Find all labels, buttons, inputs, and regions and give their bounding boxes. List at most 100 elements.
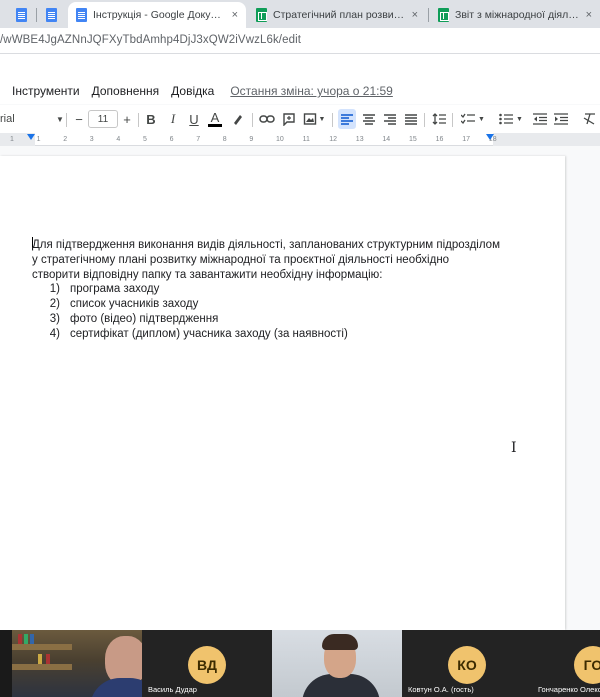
clear-formatting-button[interactable] <box>580 109 598 129</box>
tab-separator <box>428 8 429 22</box>
browser-tab-active[interactable]: Інструкція - Google Документи × <box>68 2 246 28</box>
decrease-font-size-button[interactable]: − <box>72 109 86 129</box>
ruler-tick-label: 4 <box>116 136 121 143</box>
close-icon[interactable]: × <box>232 9 238 21</box>
browser-tab[interactable]: Стратегічний план розвитку між × <box>248 2 426 28</box>
ruler-tick-label: 1 <box>10 136 14 143</box>
document-canvas: Для підтвердження виконання видів діяльн… <box>0 147 600 630</box>
align-center-button[interactable] <box>360 109 378 129</box>
ruler-tick-label: 13 <box>355 136 364 143</box>
participant-tile[interactable]: ВД Василь Дудар <box>142 630 272 697</box>
list-number: 1) <box>49 283 60 296</box>
underline-button[interactable]: U <box>187 109 201 129</box>
participant-tile[interactable] <box>272 630 402 697</box>
left-indent-marker[interactable] <box>27 134 35 140</box>
list-item-text: фото (відео) підтвердження <box>70 312 219 325</box>
menu-bar: Інструменти Доповнення Довідка Остання з… <box>0 78 600 104</box>
text-color-button[interactable]: A <box>207 109 223 129</box>
docs-icon <box>16 8 27 22</box>
menu-help[interactable]: Довідка <box>171 84 214 98</box>
participant-tile[interactable]: ГО Гончаренко Олекс <box>532 630 600 697</box>
align-left-button[interactable] <box>338 109 356 129</box>
ruler-tick-label: 9 <box>249 136 254 143</box>
close-icon[interactable]: × <box>412 9 418 21</box>
link-icon <box>259 115 275 123</box>
chevron-down-icon: ▼ <box>318 115 326 123</box>
paragraph-line: у стратегічному плані розвитку міжнародн… <box>32 253 450 266</box>
browser-tab[interactable] <box>6 2 36 26</box>
italic-button[interactable]: I <box>166 109 180 129</box>
paragraph-line: Для підтвердження виконання видів діяльн… <box>32 237 502 253</box>
paragraph: Для підтвердження виконання видів діяльн… <box>32 237 502 282</box>
menu-tools[interactable]: Інструменти <box>12 84 80 98</box>
toolbar-separator <box>66 113 67 127</box>
decrease-indent-button[interactable] <box>531 109 549 129</box>
ruler[interactable]: 1 1 2 3 4 5 6 7 8 9 10 11 12 13 14 15 16 17 18 <box>0 133 600 146</box>
tab-title: Інструкція - Google Документи <box>93 9 226 21</box>
ruler-tick-label: 12 <box>329 136 337 143</box>
insert-link-button[interactable] <box>258 109 276 129</box>
increase-font-size-button[interactable]: + <box>120 109 134 129</box>
ruler-tick-label: 2 <box>63 136 68 143</box>
list-item-text: список учасників заходу <box>70 298 199 311</box>
ruler-tick-label: 15 <box>409 136 417 143</box>
menu-addons[interactable]: Доповнення <box>92 84 160 98</box>
bulleted-list-icon <box>499 113 514 125</box>
line-text: Для підтвердження виконання видів діяльн… <box>32 239 500 251</box>
toolbar-separator <box>332 113 333 127</box>
last-edit-link[interactable]: Остання зміна: учора о 21:59 <box>230 84 393 98</box>
list-item: 2) список учасників заходу <box>32 297 502 312</box>
align-left-icon <box>341 113 353 125</box>
add-comment-button[interactable] <box>281 109 297 129</box>
address-bar[interactable]: /wWBE4JgAZNnJQFXyTbdAmhp4DjJ3xQW2iVwzL6k… <box>0 28 600 54</box>
font-name: rial <box>0 113 15 125</box>
list-item-text: програма заходу <box>70 283 160 296</box>
list-item: 3) фото (відео) підтвердження <box>32 312 502 327</box>
list-item: 1) програма заходу <box>32 282 502 297</box>
browser-tab[interactable] <box>36 2 66 26</box>
align-right-button[interactable] <box>381 109 399 129</box>
font-size-input[interactable]: 11 <box>88 110 118 128</box>
insert-image-button[interactable]: ▼ <box>302 109 326 129</box>
ruler-tick-label: 7 <box>196 136 201 143</box>
right-indent-marker[interactable] <box>486 134 494 140</box>
clear-formatting-icon <box>583 113 595 125</box>
increase-indent-icon <box>554 113 568 125</box>
ruler-tick-label: 17 <box>462 136 470 143</box>
checklist-icon <box>461 113 476 125</box>
ruler-tick-label: 16 <box>435 136 444 143</box>
document-body[interactable]: Для підтвердження виконання видів діяльн… <box>32 237 502 342</box>
book <box>38 654 42 664</box>
justify-button[interactable] <box>402 109 420 129</box>
ruler-tick-label: 8 <box>222 136 227 143</box>
ruler-tick-label: 10 <box>276 136 284 143</box>
text-color-letter: A <box>210 109 220 125</box>
highlight-color-button[interactable] <box>230 109 246 129</box>
highlighter-icon <box>234 115 242 125</box>
participant-name: Ковтун О.А. (гость) <box>408 685 474 694</box>
vertical-scrollbar[interactable] <box>584 147 600 630</box>
toolbar-separator <box>424 113 425 127</box>
url-text[interactable]: /wWBE4JgAZNnJQFXyTbdAmhp4DjJ3xQW2iVwzL6k… <box>0 34 301 46</box>
ruler-tick-label: 1 <box>36 136 41 143</box>
participant-tile[interactable]: КО Ковтун О.А. (гость) <box>402 630 532 697</box>
bold-button[interactable]: B <box>144 109 158 129</box>
comment-icon <box>283 113 295 126</box>
browser-tab-strip: Інструкція - Google Документи × Стратегі… <box>0 0 600 28</box>
browser-tab[interactable]: Звіт з міжнародної діяльності - × <box>430 2 600 28</box>
ruler-tick-label: 14 <box>382 136 391 143</box>
bookshelf <box>12 644 72 650</box>
document-page[interactable]: Для підтвердження виконання видів діяльн… <box>0 156 565 630</box>
docs-icon <box>46 8 57 22</box>
increase-indent-button[interactable] <box>552 109 570 129</box>
sheets-icon <box>256 8 267 22</box>
paragraph-line: створити відповідну папку та завантажити… <box>32 268 383 281</box>
chevron-down-icon: ▼ <box>478 115 485 123</box>
line-spacing-button[interactable] <box>430 109 448 129</box>
font-select[interactable]: rial ▼ <box>0 110 64 128</box>
participant-tile[interactable] <box>12 630 142 697</box>
close-icon[interactable]: × <box>586 9 592 21</box>
bulleted-list-button[interactable]: ▼ <box>496 109 526 129</box>
checklist-button[interactable]: ▼ <box>458 109 488 129</box>
align-right-icon <box>384 113 396 125</box>
